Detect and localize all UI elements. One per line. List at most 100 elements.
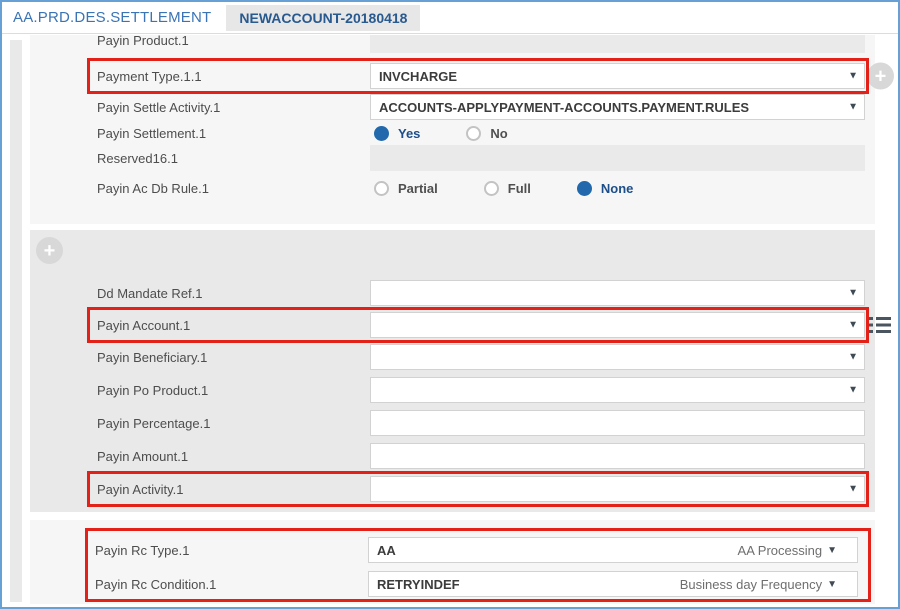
field-label: Payin Rc Condition.1 (95, 577, 368, 592)
chevron-down-icon: ▼ (848, 71, 858, 82)
radio-circle-icon (466, 126, 481, 141)
payin-activity-1-dropdown[interactable]: ▼ (370, 476, 865, 502)
row-payin-amount-1: Payin Amount.1 (97, 443, 865, 469)
payin-amount-1-input[interactable] (370, 443, 865, 469)
payin-account-1-dropdown[interactable]: ▼ (370, 312, 865, 338)
row-payin-rc-type-1: Payin Rc Type.1 AA AA Processing ▼ (95, 537, 858, 563)
payin-product-1-readonly-field (370, 35, 865, 53)
chevron-down-icon: ▼ (848, 320, 858, 331)
highlight-frame: Payin Rc Type.1AAAA Processing▼Payin Rc … (85, 528, 871, 602)
chevron-down-icon: ▼ (848, 385, 858, 396)
reserved16-1-readonly-field (370, 145, 865, 171)
field-value: ACCOUNTS-APPLYPAYMENT-ACCOUNTS.PAYMENT.R… (379, 100, 749, 115)
radio-circle-icon (374, 181, 389, 196)
field-payin-rc-type-1: AA AA Processing ▼ (368, 537, 858, 563)
radio-circle-icon (374, 126, 389, 141)
payin-beneficiary-1-dropdown[interactable]: ▼ (370, 344, 865, 370)
field-payin-beneficiary-1: ▼ (370, 344, 865, 370)
enrichment-label: AA Processing (738, 543, 823, 558)
chevron-down-icon: ▼ (848, 484, 858, 495)
field-label: Payin Settlement.1 (97, 126, 370, 141)
chevron-down-icon: ▼ (848, 102, 858, 113)
payment-type-1-1-dropdown[interactable]: INVCHARGE ▼ (370, 63, 865, 89)
field-payin-amount-1 (370, 443, 865, 469)
dd-mandate-ref-1-dropdown[interactable]: ▼ (370, 280, 865, 306)
row-payin-account-1: Payin Account.1 ▼ (97, 312, 865, 338)
field-label: Payment Type.1.1 (97, 69, 370, 84)
payin-settle-activity-1-dropdown[interactable]: ACCOUNTS-APPLYPAYMENT-ACCOUNTS.PAYMENT.R… (370, 94, 865, 120)
radio-option-no[interactable]: No (466, 126, 507, 141)
field-dd-mandate-ref-1: ▼ (370, 280, 865, 306)
radio-circle-icon (577, 181, 592, 196)
field-payin-account-1: ▼ (370, 312, 865, 338)
field-label: Reserved16.1 (97, 151, 370, 166)
payin-percentage-1-input[interactable] (370, 410, 865, 436)
add-icon[interactable]: + (36, 237, 63, 264)
row-payin-percentage-1: Payin Percentage.1 (97, 410, 865, 436)
row-payin-po-product-1: Payin Po Product.1 ▼ (97, 377, 865, 403)
field-payin-settle-activity-1: ACCOUNTS-APPLYPAYMENT-ACCOUNTS.PAYMENT.R… (370, 94, 865, 120)
payin-rc-condition-1-combo[interactable]: RETRYINDEF Business day Frequency ▼ (368, 571, 858, 597)
radio-option-none[interactable]: None (577, 181, 634, 196)
section-settlement-fields-top: Payin Product.1Payment Type.1.1INVCHARGE… (30, 35, 875, 224)
field-value: INVCHARGE (379, 69, 457, 84)
row-payin-settlement-1: Payin Settlement.1 Yes No (97, 126, 865, 141)
radio-label: Full (508, 181, 531, 196)
field-label: Payin Beneficiary.1 (97, 350, 370, 365)
enrichment-label: Business day Frequency (680, 577, 822, 592)
field-payment-type-1-1: INVCHARGE▼+ (370, 63, 865, 89)
field-label: Payin Percentage.1 (97, 416, 370, 431)
field-label: Payin Settle Activity.1 (97, 100, 370, 115)
tab-newaccount[interactable]: NEWACCOUNT-20180418 (226, 5, 420, 31)
add-icon[interactable]: + (867, 63, 894, 90)
field-label: Payin Rc Type.1 (95, 543, 368, 558)
radio-label: No (490, 126, 507, 141)
field-payin-po-product-1: ▼ (370, 377, 865, 403)
field-payin-percentage-1 (370, 410, 865, 436)
row-payin-product-1: Payin Product.1 (97, 35, 865, 55)
chevron-down-icon: ▼ (848, 288, 858, 299)
section-payin-rc: Payin Rc Type.1AAAA Processing▼Payin Rc … (30, 520, 875, 604)
chevron-down-icon: ▼ (827, 579, 837, 590)
field-payin-activity-1: ▼ (370, 476, 865, 502)
field-label: Payin Account.1 (97, 318, 370, 333)
left-scrollbar-track[interactable] (10, 40, 22, 602)
chevron-down-icon: ▼ (827, 545, 837, 556)
payin-po-product-1-dropdown[interactable]: ▼ (370, 377, 865, 403)
field-value: AA (377, 543, 396, 558)
field-label: Payin Product.1 (97, 35, 370, 48)
list-icon[interactable] (869, 315, 891, 335)
payin-ac-db-rule-1-radio-group: Partial Full None (370, 181, 633, 196)
chevron-down-icon: ▼ (848, 352, 858, 363)
radio-label: Yes (398, 126, 420, 141)
field-payin-settlement-1: Yes No (370, 126, 865, 141)
radio-option-partial[interactable]: Partial (374, 181, 438, 196)
field-payin-rc-condition-1: RETRYINDEF Business day Frequency ▼ (368, 571, 858, 597)
field-label: Payin Activity.1 (97, 482, 370, 497)
row-reserved16-1: Reserved16.1 (97, 145, 865, 171)
field-label: Payin Po Product.1 (97, 383, 370, 398)
row-payment-type-1-1: Payment Type.1.1INVCHARGE▼+ (97, 63, 865, 89)
field-payin-ac-db-rule-1: Partial Full None (370, 181, 865, 196)
radio-option-full[interactable]: Full (484, 181, 531, 196)
window-header: AA.PRD.DES.SETTLEMENT NEWACCOUNT-2018041… (2, 2, 898, 34)
radio-label: Partial (398, 181, 438, 196)
page-title: AA.PRD.DES.SETTLEMENT (13, 9, 211, 26)
row-payin-beneficiary-1: Payin Beneficiary.1 ▼ (97, 344, 865, 370)
section-payin-details: +Dd Mandate Ref.1▼Payin Account.1▼Payin … (30, 230, 875, 512)
field-label: Dd Mandate Ref.1 (97, 286, 370, 301)
radio-label: None (601, 181, 634, 196)
field-label: Payin Amount.1 (97, 449, 370, 464)
radio-option-yes[interactable]: Yes (374, 126, 420, 141)
field-reserved16-1 (370, 145, 865, 171)
row-payin-activity-1: Payin Activity.1 ▼ (97, 476, 865, 502)
row-payin-settle-activity-1: Payin Settle Activity.1 ACCOUNTS-APPLYPAY… (97, 94, 865, 120)
radio-circle-icon (484, 181, 499, 196)
field-payin-product-1 (370, 35, 865, 53)
field-label: Payin Ac Db Rule.1 (97, 181, 370, 196)
row-dd-mandate-ref-1: Dd Mandate Ref.1 ▼ (97, 280, 865, 306)
payin-settlement-1-radio-group: Yes No (370, 126, 508, 141)
field-value: RETRYINDEF (377, 577, 460, 592)
payin-rc-type-1-combo[interactable]: AA AA Processing ▼ (368, 537, 858, 563)
clipped-row-content: Payin Product.1 (97, 35, 865, 53)
